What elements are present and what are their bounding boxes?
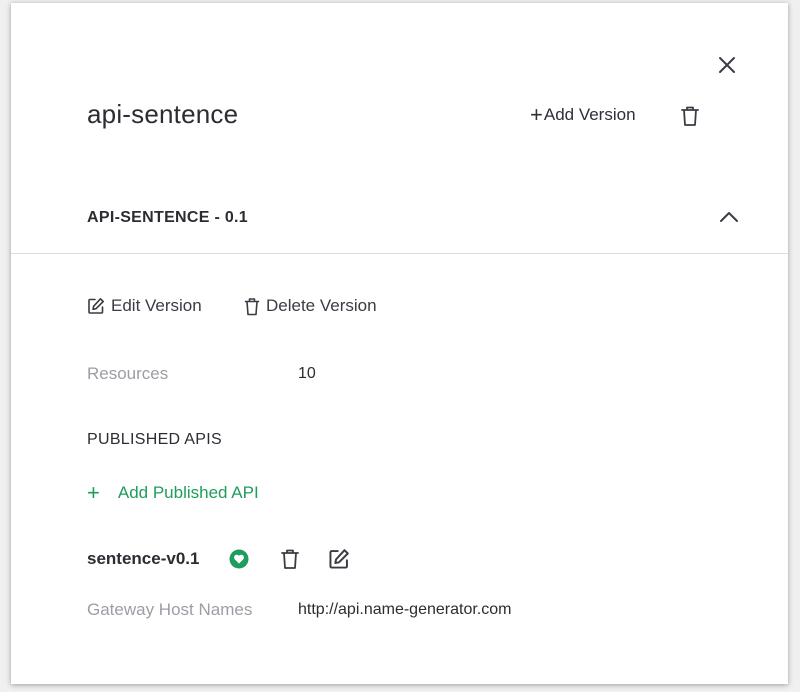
published-api-name: sentence-v0.1	[87, 549, 200, 568]
add-version-label: Add Version	[543, 105, 636, 124]
edit-version-label: Edit Version	[111, 296, 202, 315]
resources-label: Resources	[87, 364, 169, 383]
gateway-host-names-value: http://api.name-generator.com	[298, 601, 512, 618]
edit-published-api-icon[interactable]	[328, 548, 350, 570]
section-divider	[11, 253, 788, 254]
close-icon[interactable]	[715, 53, 739, 77]
add-published-api-label: Add Published API	[117, 483, 259, 502]
version-details-panel: api-sentence + Add Version API-SENTENCE …	[11, 3, 788, 684]
published-apis-heading: PUBLISHED APIS	[87, 431, 222, 448]
delete-api-trash-icon[interactable]	[679, 104, 701, 128]
plus-icon: +	[530, 102, 543, 127]
trash-icon	[244, 297, 260, 315]
health-heart-icon	[229, 549, 249, 569]
add-version-button[interactable]: + Add Version	[530, 102, 636, 127]
edit-icon	[88, 298, 104, 314]
add-published-api-button[interactable]: + Add Published API	[87, 480, 259, 505]
delete-version-label: Delete Version	[266, 296, 377, 315]
delete-version-button[interactable]: Delete Version	[244, 296, 377, 316]
plus-icon: +	[87, 480, 100, 505]
delete-published-api-trash-icon[interactable]	[279, 547, 301, 571]
resources-value: 10	[298, 365, 316, 382]
edit-version-button[interactable]: Edit Version	[87, 296, 202, 316]
version-header: API-SENTENCE - 0.1	[87, 209, 248, 226]
gateway-host-names-label: Gateway Host Names	[87, 600, 253, 619]
chevron-up-icon[interactable]	[717, 205, 741, 229]
page-title: api-sentence	[87, 99, 239, 129]
